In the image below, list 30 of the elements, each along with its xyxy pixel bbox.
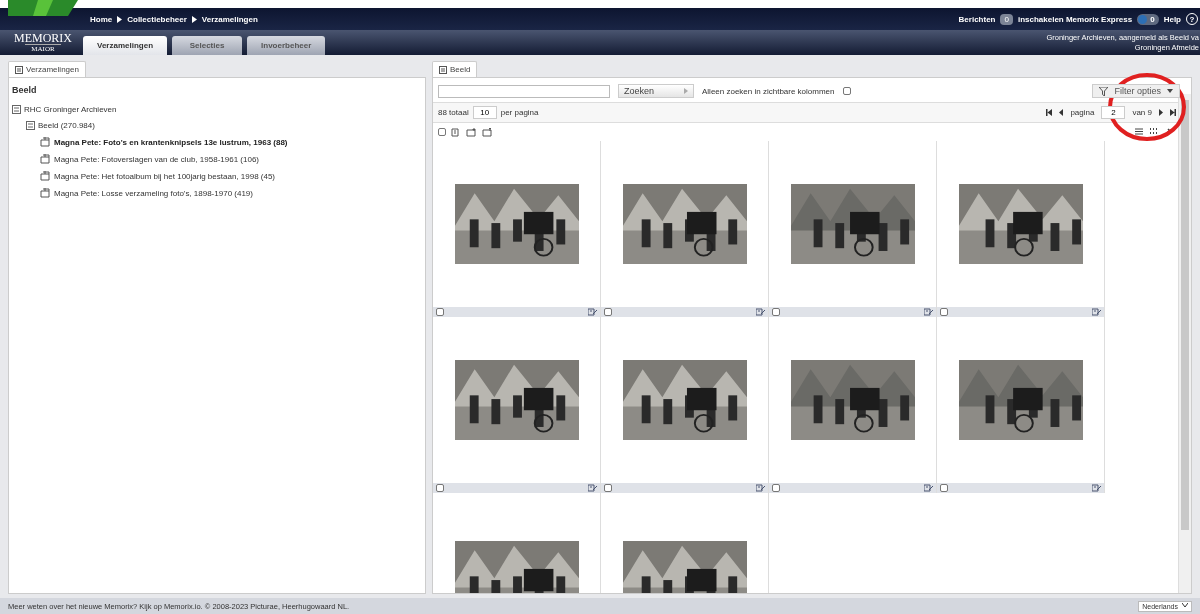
messages-label[interactable]: Berichten bbox=[958, 14, 996, 24]
page-label: pagina bbox=[1070, 108, 1095, 117]
breadcrumb-link[interactable]: Verzamelingen bbox=[201, 14, 258, 24]
page-field[interactable]: 2 bbox=[1101, 106, 1126, 119]
tree-item[interactable]: Magna Pete: Het fotoalbum bij het 100jarig bestaan, 1998 (45) bbox=[54, 171, 276, 181]
breadcrumb-link[interactable]: Collectiebeheer bbox=[127, 14, 187, 24]
logo-text: MEMORIX bbox=[14, 32, 72, 44]
panel-heading: Beeld bbox=[11, 84, 38, 97]
nav-tab[interactable]: Invoerbeheer bbox=[247, 36, 326, 55]
tree-item[interactable]: Magna Pete: Losse verzameling foto's, 1898-1970 (419) bbox=[54, 188, 253, 198]
search-button[interactable]: Zoeken bbox=[618, 84, 694, 98]
page-count: van 9 bbox=[1132, 108, 1152, 117]
tree-item[interactable]: Beeld (270.984) bbox=[38, 121, 95, 130]
count-badge: 0 bbox=[1000, 13, 1013, 25]
nav-tab[interactable]: Verzamelingen bbox=[83, 36, 168, 55]
filter-button[interactable]: Filter opties bbox=[1092, 84, 1180, 98]
tree-item[interactable]: RHC Groninger Archieven bbox=[24, 105, 117, 114]
help-link[interactable]: Help bbox=[1163, 14, 1181, 24]
panel-tab[interactable]: Beeld bbox=[432, 61, 478, 77]
nav-tab[interactable]: Selecties bbox=[172, 36, 243, 55]
breadcrumb-link[interactable]: Home bbox=[90, 14, 113, 24]
toggle-switch[interactable]: 0 bbox=[1137, 13, 1159, 25]
per-page-label: per pagina bbox=[500, 108, 539, 117]
panel-tab[interactable]: Verzamelingen bbox=[8, 61, 86, 77]
total-count: 88 totaal bbox=[438, 108, 469, 117]
tree-item[interactable]: Magna Pete: Fotoverslagen van de club, 1958-1961 (106) bbox=[54, 154, 260, 164]
tree-item[interactable]: Magna Pete: Foto's en krantenknipsels 13e lustrum, 1963 (88) bbox=[54, 137, 288, 147]
per-page-field[interactable]: 10 bbox=[472, 106, 497, 119]
express-label: inschakelen Memorix Express bbox=[1017, 14, 1133, 24]
checkbox-label: Alleen zoeken in zichtbare kolommen bbox=[702, 86, 835, 96]
